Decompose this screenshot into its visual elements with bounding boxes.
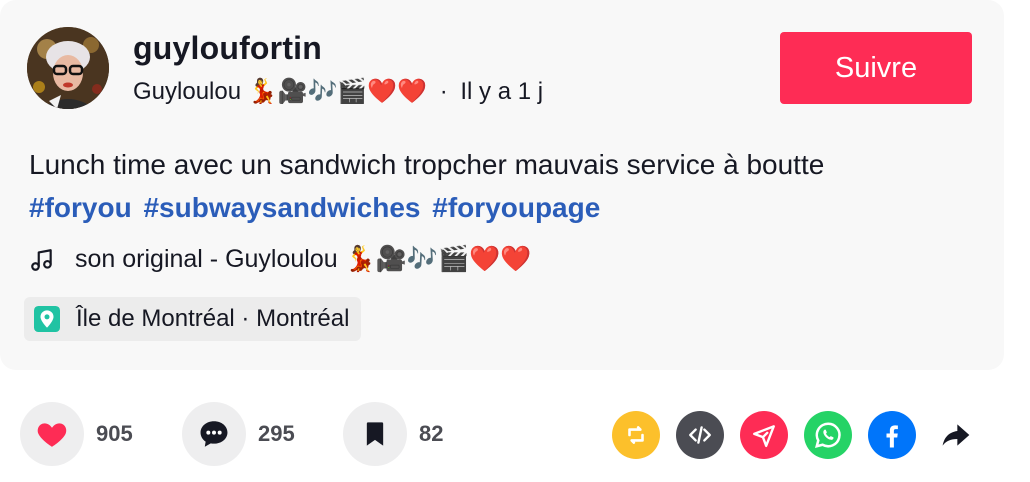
- comment-button[interactable]: [182, 402, 246, 466]
- description-text: Lunch time avec un sandwich tropcher mau…: [29, 149, 825, 180]
- hashtag-link[interactable]: #subwaysandwiches: [143, 192, 420, 223]
- more-share-button[interactable]: [932, 411, 980, 459]
- music-note-icon: [31, 248, 52, 271]
- repost-button[interactable]: [612, 411, 660, 459]
- facebook-icon: [886, 425, 898, 448]
- music-link[interactable]: son original - Guyloulou 💃🎥🎶🎬❤️❤️: [29, 245, 531, 274]
- music-label: son original - Guyloulou 💃🎥🎶🎬❤️❤️: [75, 245, 532, 273]
- whatsapp-icon: [815, 422, 841, 448]
- facebook-button[interactable]: [868, 411, 916, 459]
- avatar-image: [27, 27, 109, 109]
- send-icon: [753, 425, 775, 448]
- location-label: Île de Montréal · Montréal: [76, 305, 350, 332]
- comment-icon: [200, 421, 228, 447]
- separator: ·: [439, 78, 448, 105]
- embed-code-icon: [689, 426, 711, 444]
- whatsapp-button[interactable]: [804, 411, 852, 459]
- heart-icon: [37, 423, 67, 447]
- save-count: 82: [419, 421, 444, 446]
- author-username[interactable]: guyloufortin: [133, 30, 322, 67]
- send-to-friends-button[interactable]: [740, 411, 788, 459]
- like-action[interactable]: 905: [20, 402, 133, 466]
- location-pin-icon: [34, 306, 60, 332]
- author-subline: Guyloulou 💃🎥🎶🎬❤️❤️ · Il y a 1 j: [133, 77, 543, 106]
- video-description: Lunch time avec un sandwich tropcher mau…: [29, 143, 989, 229]
- bookmark-icon: [366, 422, 384, 446]
- comment-action[interactable]: 295: [182, 402, 295, 466]
- save-action[interactable]: 82: [343, 402, 443, 466]
- share-arrow-icon: [942, 424, 970, 446]
- repost-icon: [628, 426, 644, 444]
- comment-count: 295: [258, 421, 295, 446]
- hashtag-link[interactable]: #foryou: [29, 192, 132, 223]
- like-count: 905: [96, 421, 133, 446]
- hashtag-list: #foryou #subwaysandwiches #foryoupage: [29, 192, 604, 223]
- hashtag-link[interactable]: #foryoupage: [432, 192, 600, 223]
- location-tag[interactable]: Île de Montréal · Montréal: [24, 297, 362, 341]
- follow-button[interactable]: Suivre: [780, 32, 972, 104]
- action-bar: 905 295 82: [0, 402, 1030, 466]
- avatar[interactable]: [27, 27, 109, 109]
- author-display-name[interactable]: Guyloulou 💃🎥🎶🎬❤️❤️: [133, 78, 427, 105]
- like-button[interactable]: [20, 402, 84, 466]
- post-time: Il y a 1 j: [460, 78, 544, 105]
- save-button[interactable]: [343, 402, 407, 466]
- embed-button[interactable]: [676, 411, 724, 459]
- video-info-card: guyloufortin Guyloulou 💃🎥🎶🎬❤️❤️ · Il y a…: [0, 0, 1004, 370]
